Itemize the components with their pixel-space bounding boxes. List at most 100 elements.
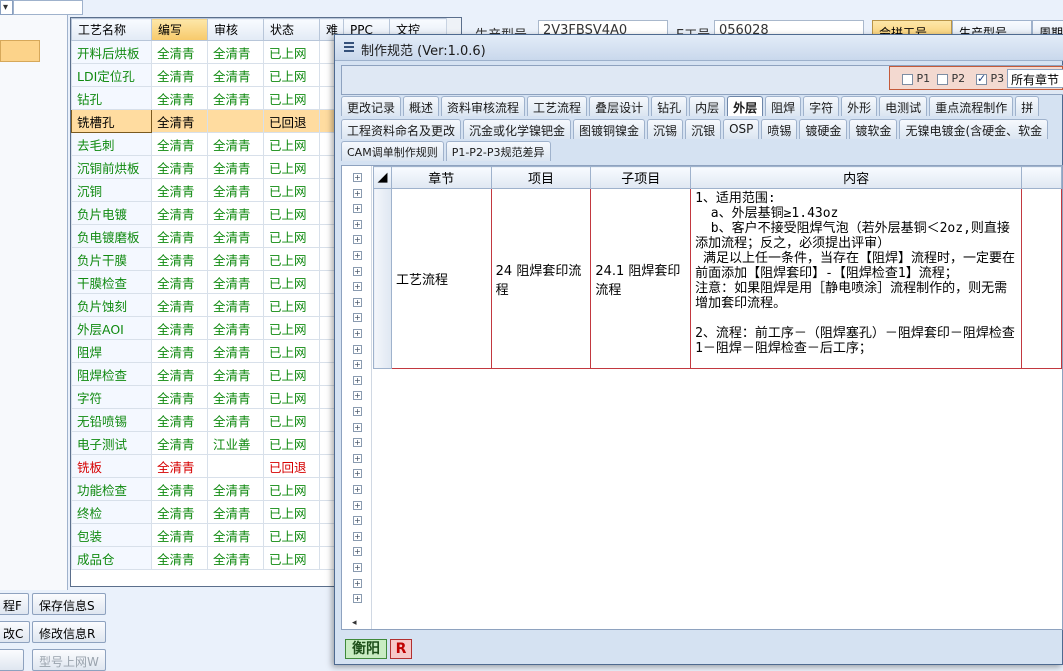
cell-process-name[interactable]: 阻焊检查 — [71, 362, 152, 386]
cell-author[interactable]: 全清青 — [151, 86, 208, 110]
cell-reviewer[interactable]: 全清青 — [207, 500, 264, 524]
tab-tabs_row2-3[interactable]: 沉锡 — [647, 119, 684, 139]
col-header-author[interactable]: 编写 — [151, 18, 208, 41]
cell-status[interactable]: 已上网 — [263, 201, 320, 225]
cell-author[interactable]: 全清青 — [151, 132, 208, 156]
tab-tabs_row3-0[interactable]: CAM调单制作规则 — [341, 141, 444, 161]
cell-author[interactable]: 全清青 — [151, 109, 208, 133]
tab-tabs_row1-5[interactable]: 钻孔 — [651, 96, 688, 116]
tab-tabs_row1-11[interactable]: 电测试 — [879, 96, 928, 116]
cell-author[interactable]: 全清青 — [151, 362, 208, 386]
cell-status[interactable]: 已上网 — [263, 339, 320, 363]
tree-expand-icon[interactable]: + — [353, 391, 362, 401]
save-info-button[interactable]: 保存信息S — [32, 593, 106, 615]
filter-p2[interactable]: P2 — [937, 72, 965, 85]
cell-author[interactable]: 全清青 — [151, 293, 208, 317]
tree-expand-icon[interactable]: + — [353, 360, 362, 370]
cell-process-name[interactable]: 干膜检查 — [71, 270, 152, 294]
cell-reviewer[interactable]: 全清青 — [207, 86, 264, 110]
cell-author[interactable]: 全清青 — [151, 454, 208, 478]
cell-author[interactable]: 全清青 — [151, 270, 208, 294]
cell-author[interactable]: 全清青 — [151, 339, 208, 363]
cell-status[interactable]: 已上网 — [263, 40, 320, 64]
tab-tabs_row2-2[interactable]: 图镀铜镍金 — [573, 119, 646, 139]
cell-reviewer[interactable]: 全清青 — [207, 316, 264, 340]
tab-tabs_row1-6[interactable]: 内层 — [689, 96, 726, 116]
col-header-item[interactable]: 项目 — [490, 166, 592, 189]
cell-process-name[interactable]: 负电镀磨板 — [71, 224, 152, 248]
section-select[interactable]: 所有章节 — [1007, 69, 1063, 88]
cell-item[interactable]: 24 阻焊套印流程 — [490, 188, 592, 369]
tree-expand-icon[interactable]: + — [353, 375, 362, 385]
cell-reviewer[interactable]: 全清青 — [207, 546, 264, 570]
cell-author[interactable]: 全清青 — [151, 155, 208, 179]
cell-reviewer[interactable]: 全清青 — [207, 270, 264, 294]
tab-tabs_row2-0[interactable]: 工程资料命名及更改 — [341, 119, 462, 139]
cell-author[interactable]: 全清青 — [151, 178, 208, 202]
cell-status[interactable]: 已回退 — [263, 109, 320, 133]
cell-author[interactable]: 全清青 — [151, 201, 208, 225]
cell-process-name[interactable]: 功能检查 — [71, 477, 152, 501]
tab-tabs_row2-6[interactable]: 喷锡 — [761, 119, 798, 139]
cell-status[interactable]: 已上网 — [263, 362, 320, 386]
tree-expand-icon[interactable]: + — [353, 297, 362, 307]
tree-expand-icon[interactable]: + — [353, 313, 362, 323]
cell-author[interactable]: 全清青 — [151, 408, 208, 432]
cell-subitem[interactable]: 24.1 阻焊套印流程 — [590, 188, 692, 369]
model-online-button[interactable]: 型号上网W — [32, 649, 106, 671]
cell-reviewer[interactable]: 全清青 — [207, 40, 264, 64]
tree-expand-icon[interactable]: + — [353, 469, 362, 479]
cell-status[interactable]: 已上网 — [263, 86, 320, 110]
cell-process-name[interactable]: 外层AOI — [71, 316, 152, 340]
row-header-corner[interactable]: ◢ — [373, 166, 392, 189]
cell-status[interactable]: 已回退 — [263, 454, 320, 478]
cell-chapter[interactable]: 工艺流程 — [390, 188, 492, 369]
tree-expand-icon[interactable]: + — [353, 266, 362, 276]
cell-reviewer[interactable]: 全清青 — [207, 224, 264, 248]
cell-status[interactable]: 已上网 — [263, 431, 320, 455]
cell-status[interactable]: 已上网 — [263, 247, 320, 271]
cell-content[interactable]: 1、适用范围: a、外层基铜≥1.43oz b、客户不接受阻焊气泡（若外层基铜＜… — [690, 188, 1023, 369]
tab-tabs_row2-9[interactable]: 无镍电镀金(含硬金、软金 — [899, 119, 1049, 139]
cell-reviewer[interactable]: 全清青 — [207, 155, 264, 179]
tree-expand-icon[interactable]: + — [353, 219, 362, 229]
tab-tabs_row1-9[interactable]: 字符 — [803, 96, 840, 116]
tab-tabs_row1-7[interactable]: 外层 — [727, 96, 764, 116]
col-header-chapter[interactable]: 章节 — [390, 166, 492, 189]
cell-status[interactable]: 已上网 — [263, 270, 320, 294]
tab-tabs_row2-5[interactable]: OSP — [723, 119, 760, 139]
tab-tabs_row1-13[interactable]: 拼 — [1015, 96, 1040, 116]
cell-process-name[interactable]: 负片蚀刻 — [71, 293, 152, 317]
cell-status[interactable]: 已上网 — [263, 316, 320, 340]
col-header-reviewer[interactable]: 审核 — [207, 18, 264, 41]
tab-tabs_row1-2[interactable]: 资料审核流程 — [441, 96, 526, 116]
cell-reviewer[interactable]: 全清青 — [207, 477, 264, 501]
cell-process-name[interactable]: 终检 — [71, 500, 152, 524]
cell-status[interactable]: 已上网 — [263, 500, 320, 524]
cell-process-name[interactable]: 铣板 — [71, 454, 152, 478]
cell-author[interactable]: 全清青 — [151, 546, 208, 570]
tab-tabs_row2-7[interactable]: 镀硬金 — [799, 119, 848, 139]
col-header-extra[interactable] — [1021, 166, 1062, 189]
cell-author[interactable]: 全清青 — [151, 385, 208, 409]
tree-expand-icon[interactable]: + — [353, 329, 362, 338]
cell-reviewer[interactable]: 全清青 — [207, 523, 264, 547]
tree-expand-icon[interactable]: + — [353, 500, 362, 510]
tab-tabs_row2-1[interactable]: 沉金或化学镍钯金 — [463, 119, 572, 139]
row-header[interactable] — [373, 188, 392, 369]
tree-expand-icon[interactable]: + — [353, 407, 362, 416]
tab-tabs_row1-1[interactable]: 概述 — [403, 96, 440, 116]
cell-reviewer[interactable]: 全清青 — [207, 385, 264, 409]
tab-tabs_row1-8[interactable]: 阻焊 — [765, 96, 802, 116]
cell-reviewer[interactable]: 全清青 — [207, 201, 264, 225]
scroll-left-icon[interactable]: ◂ — [352, 618, 357, 628]
tree-expand-icon[interactable]: + — [353, 173, 362, 182]
cell-extra[interactable] — [1021, 188, 1062, 369]
left-bottom-button[interactable] — [0, 649, 24, 671]
tree-expand-icon[interactable]: + — [353, 344, 362, 354]
tree-expand-icon[interactable]: + — [353, 438, 362, 448]
cell-reviewer[interactable]: 全清青 — [207, 293, 264, 317]
tab-tabs_row1-12[interactable]: 重点流程制作 — [929, 96, 1014, 116]
checkbox-icon[interactable] — [976, 72, 987, 85]
tab-tabs_row1-10[interactable]: 外形 — [841, 96, 878, 116]
